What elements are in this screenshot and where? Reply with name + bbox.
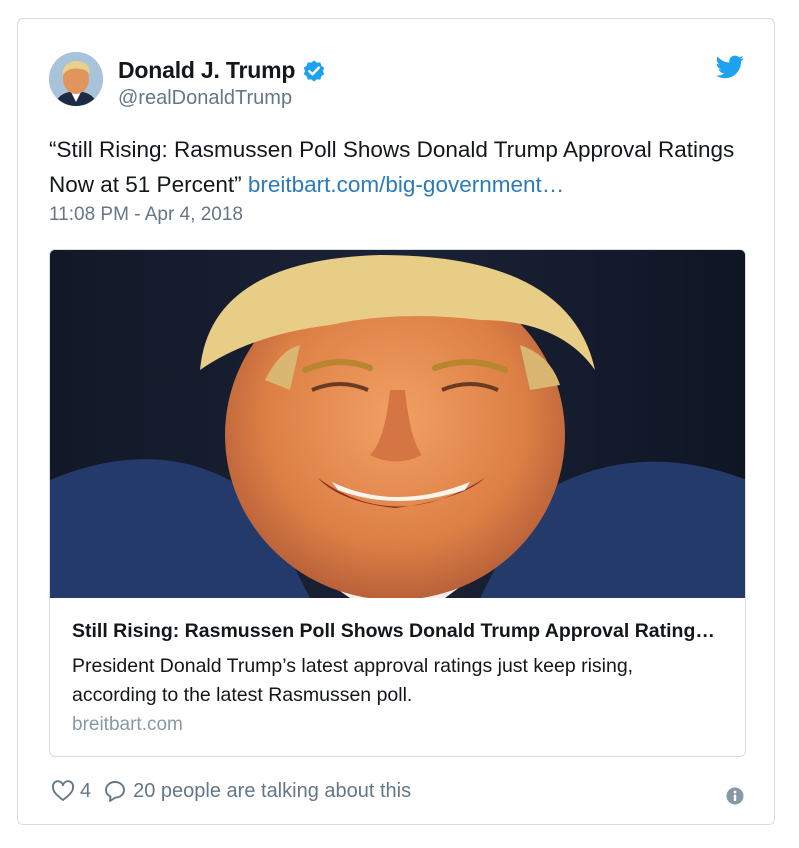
like-count[interactable]: 4	[80, 780, 91, 803]
tweet-actions: 4 20 people are talking about this	[51, 779, 411, 803]
heart-icon[interactable]	[51, 779, 75, 803]
author-name-row: Donald J. Trump	[118, 57, 326, 84]
talking-about-link[interactable]: 20 people are talking about this	[133, 780, 411, 803]
avatar[interactable]	[49, 52, 103, 106]
author-name[interactable]: Donald J. Trump	[118, 57, 295, 84]
card-description: President Donald Trump’s latest approval…	[72, 655, 634, 706]
card-domain: breitbart.com	[72, 714, 183, 735]
tweet-text: “Still Rising: Rasmussen Poll Shows Dona…	[49, 132, 739, 202]
verified-badge-icon	[302, 59, 326, 83]
tweet-embed: Donald J. Trump @realDonaldTrump “Still …	[17, 18, 775, 825]
author-handle[interactable]: @realDonaldTrump	[118, 87, 292, 110]
speech-bubble-icon[interactable]	[103, 779, 127, 803]
tweet-timestamp[interactable]: 11:08 PM - Apr 4, 2018	[49, 204, 243, 226]
info-icon[interactable]	[726, 787, 744, 805]
card-title[interactable]: Still Rising: Rasmussen Poll Shows Donal…	[72, 620, 727, 643]
card-image[interactable]	[50, 250, 745, 598]
twitter-bird-icon[interactable]	[716, 55, 744, 79]
link-card[interactable]: Still Rising: Rasmussen Poll Shows Donal…	[49, 249, 746, 757]
tweet-link[interactable]: breitbart.com/big-government…	[248, 172, 564, 197]
